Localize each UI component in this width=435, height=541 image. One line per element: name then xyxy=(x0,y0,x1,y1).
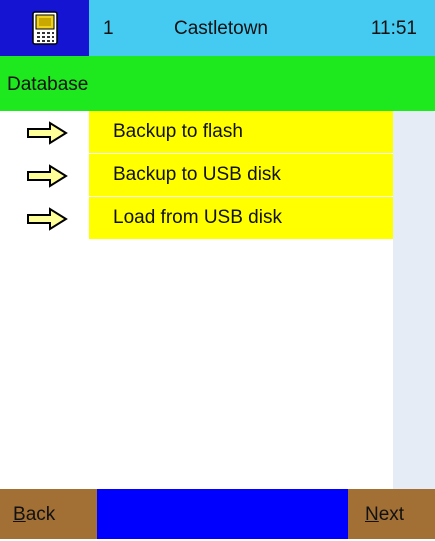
menu-item-label[interactable]: Backup to flash xyxy=(89,111,393,153)
device-logo[interactable] xyxy=(0,0,89,56)
unit-number: 1 xyxy=(103,18,114,39)
menu-item-load-from-usb-disk[interactable]: Load from USB disk xyxy=(0,197,393,239)
bottom-nav-bar: Back Next xyxy=(0,489,435,539)
back-hotkey: B xyxy=(13,504,26,525)
next-hotkey: N xyxy=(365,504,379,525)
back-button[interactable]: Back xyxy=(0,489,97,539)
side-panel xyxy=(393,111,435,489)
menu-item-backup-to-flash[interactable]: Backup to flash xyxy=(0,111,393,153)
menu-item-label[interactable]: Load from USB disk xyxy=(89,197,393,239)
page-title: Database xyxy=(0,56,435,111)
right-arrow-icon xyxy=(27,207,68,231)
app-screen: 1 Castletown 11:51 Database Backup to fl… xyxy=(0,0,435,539)
menu-area: Backup to flash Backup to USB disk Load … xyxy=(0,111,435,489)
location-name: Castletown xyxy=(174,18,268,39)
clock-time: 11:51 xyxy=(370,18,417,39)
back-label-rest: ack xyxy=(25,504,56,525)
next-button[interactable]: Next xyxy=(348,489,435,539)
right-arrow-icon xyxy=(27,121,68,145)
menu-item-backup-to-usb-disk[interactable]: Backup to USB disk xyxy=(0,154,393,196)
handheld-device-icon xyxy=(31,11,58,45)
status-bar: 1 Castletown 11:51 xyxy=(0,0,435,56)
menu-item-label[interactable]: Backup to USB disk xyxy=(89,154,393,196)
next-label-rest: ext xyxy=(378,504,405,525)
right-arrow-icon xyxy=(27,164,68,188)
